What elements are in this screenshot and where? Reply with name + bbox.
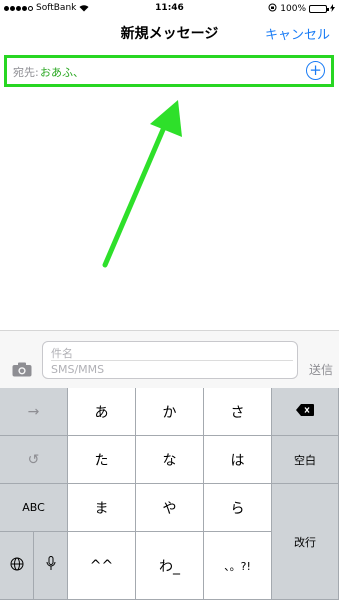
recipient-label: 宛先: [13,66,39,79]
add-contact-button[interactable]: + [306,61,325,80]
message-input-box[interactable]: 件名 SMS/MMS [42,341,298,379]
key-undo[interactable]: ↺ [0,436,68,484]
key-ta[interactable]: た [68,436,136,484]
subject-divider [51,360,293,361]
cancel-button[interactable]: キャンセル [265,24,330,43]
key-next-arrow[interactable]: → [0,388,68,436]
mic-key[interactable] [34,532,68,600]
message-composer: 件名 SMS/MMS 送信 [0,330,339,388]
delete-icon [296,403,314,420]
return-key[interactable]: 改行 [272,484,339,600]
japanese-keyboard: → あ か さ ↺ た な は 空白 ABC ま や ら 改行 ^^ わ_ 、。… [0,388,339,600]
recipient-field[interactable]: 宛先: おあふ、 + [4,55,334,87]
battery-icon [309,5,329,13]
plus-icon: + [309,61,322,79]
space-key[interactable]: 空白 [272,436,339,484]
globe-key[interactable] [0,532,34,600]
key-a[interactable]: あ [68,388,136,436]
key-na[interactable]: な [136,436,204,484]
key-sa[interactable]: さ [204,388,272,436]
navigation-bar: 新規メッセージ キャンセル [0,16,339,50]
key-ha[interactable]: は [204,436,272,484]
key-ya[interactable]: や [136,484,204,532]
globe-icon [10,557,24,575]
battery-percent: 100% [280,4,306,14]
key-punctuation[interactable]: 、。?! [204,532,272,600]
message-field[interactable]: SMS/MMS [51,363,104,376]
send-button[interactable]: 送信 [309,361,333,378]
orientation-lock-icon [268,3,277,15]
delete-button[interactable] [272,388,339,436]
charging-icon [330,3,335,15]
undo-icon: ↺ [27,451,40,468]
subject-field[interactable]: 件名 [51,345,73,361]
key-ka[interactable]: か [136,388,204,436]
key-emoticon[interactable]: ^^ [68,532,136,600]
camera-icon[interactable] [12,362,32,377]
key-wa[interactable]: わ_ [136,532,204,600]
key-ma[interactable]: ま [68,484,136,532]
battery-status: 100% [268,3,335,15]
key-ra[interactable]: ら [204,484,272,532]
recipient-input[interactable]: おあふ、 [40,64,84,80]
abc-key[interactable]: ABC [0,484,68,532]
mic-icon [46,556,56,575]
status-bar: SoftBank 11:46 100% [0,0,339,16]
